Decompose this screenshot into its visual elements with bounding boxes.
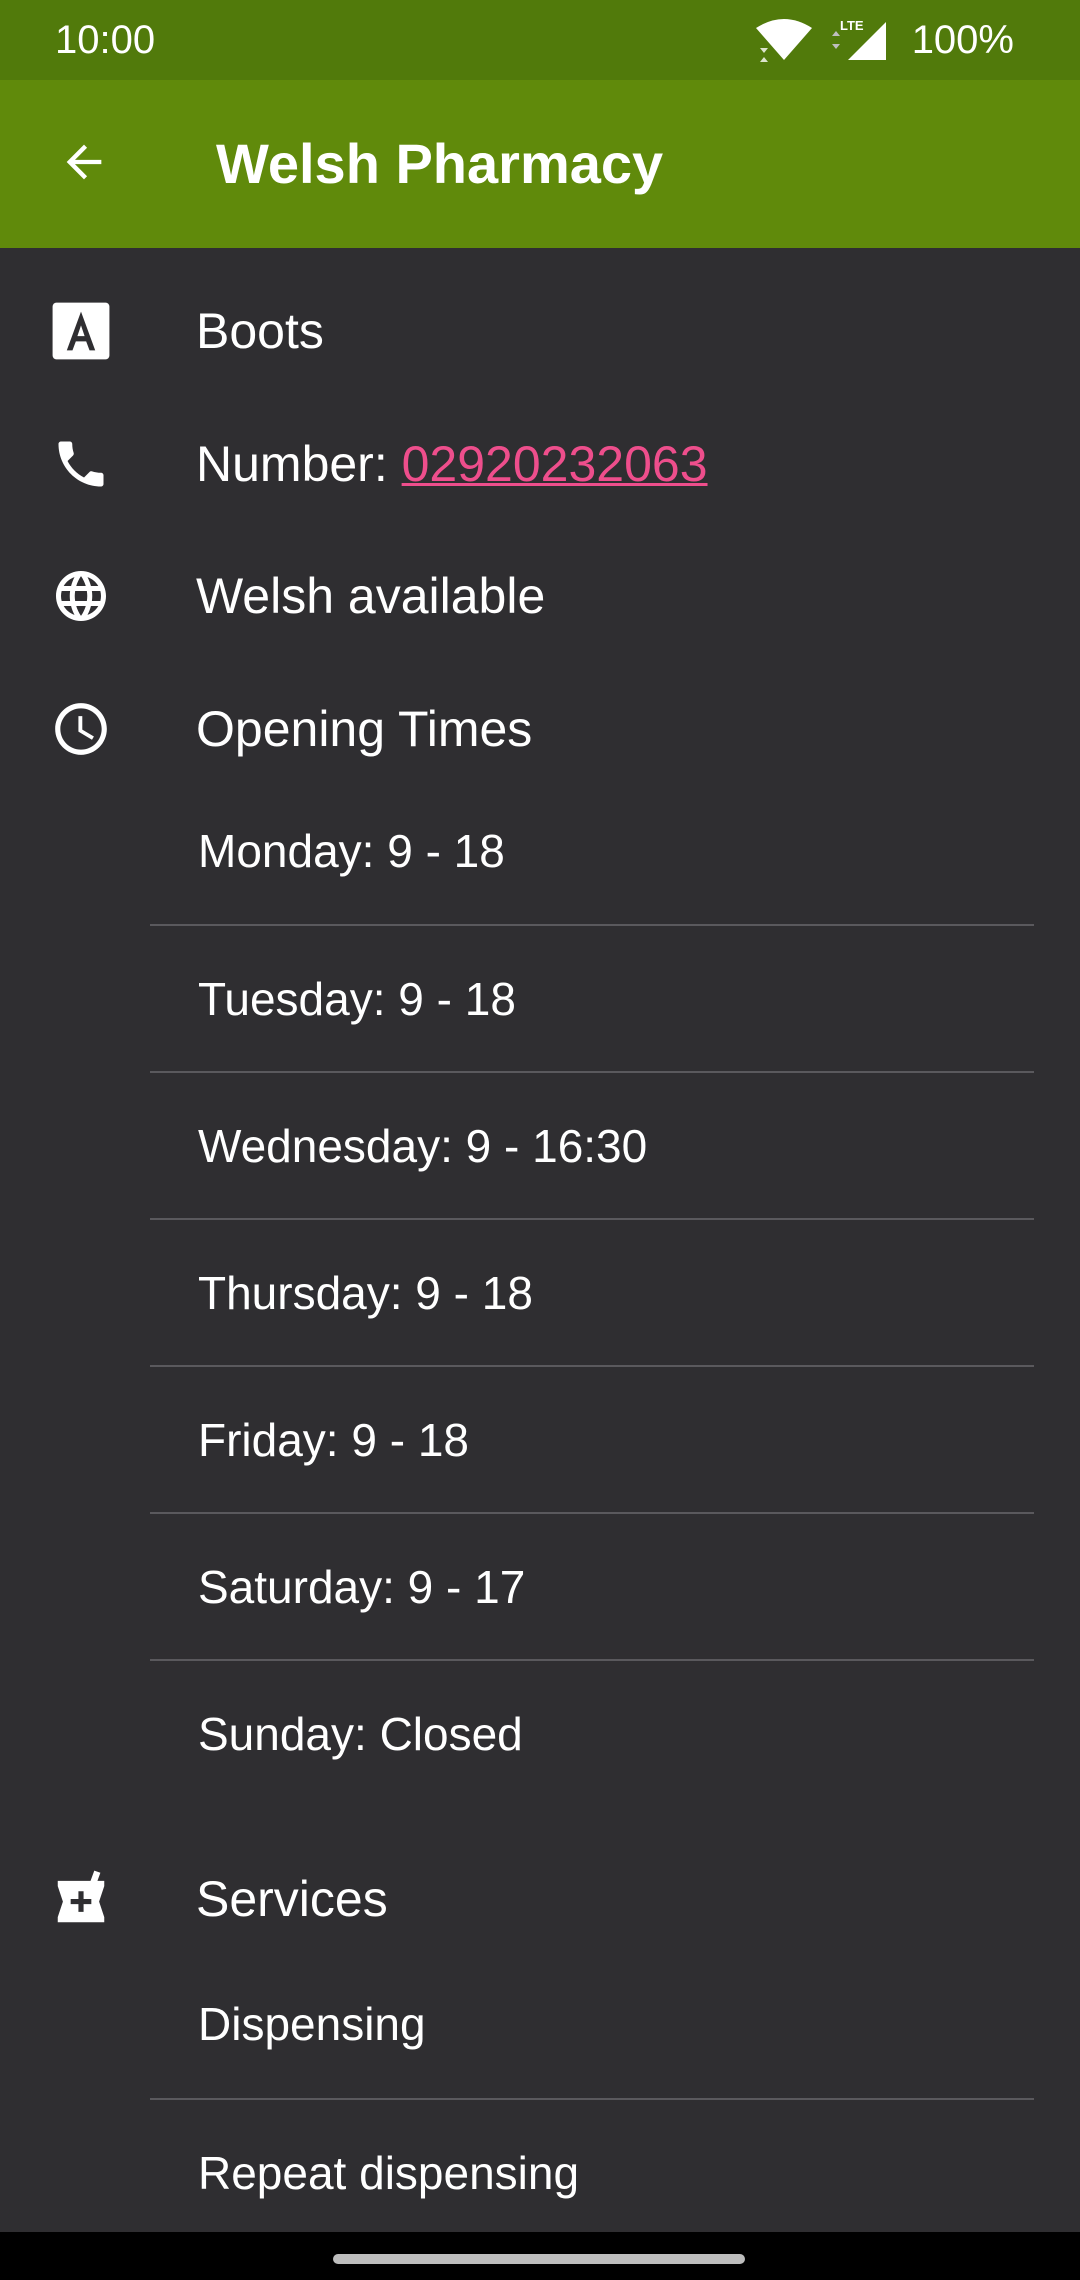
list-item: Thursday: 9 - 18	[150, 1220, 1034, 1367]
svg-text:LTE: LTE	[840, 18, 864, 33]
service-dispensing: Dispensing	[198, 1998, 426, 2050]
opening-time-friday: Friday: 9 - 18	[198, 1414, 469, 1466]
list-item: Friday: 9 - 18	[150, 1367, 1034, 1514]
opening-times-row: Opening Times	[0, 646, 1080, 766]
list-item: Saturday: 9 - 17	[150, 1514, 1034, 1661]
phone-row: Number: 02920232063	[0, 380, 1080, 500]
arrow-back-icon	[58, 136, 110, 193]
home-gesture-handle[interactable]	[333, 2254, 745, 2264]
list-item: Repeat dispensing	[150, 2100, 1034, 2247]
service-repeat-dispensing: Repeat dispensing	[198, 2147, 580, 2199]
pharmacy-icon	[48, 1866, 114, 1932]
font-letter-a-icon	[48, 298, 114, 364]
opening-time-sunday: Sunday: Closed	[198, 1708, 523, 1760]
opening-time-wednesday: Wednesday: 9 - 16:30	[198, 1120, 648, 1172]
language-row: Welsh available	[0, 513, 1080, 633]
globe-icon	[48, 563, 114, 629]
language-text: Welsh available	[196, 568, 546, 624]
battery-level: 100%	[911, 18, 1014, 62]
opening-time-saturday: Saturday: 9 - 17	[198, 1561, 526, 1613]
pharmacy-name: Boots	[196, 303, 324, 359]
list-item: Monday: 9 - 18	[150, 778, 1034, 925]
wifi-icon	[754, 18, 814, 62]
list-item: Tuesday: 9 - 18	[150, 926, 1034, 1073]
phone-number-text: Number: 02920232063	[196, 431, 708, 497]
phone-icon	[48, 431, 114, 497]
navigation-bar	[0, 2232, 1080, 2280]
services-heading: Services	[196, 1871, 388, 1927]
opening-time-monday: Monday: 9 - 18	[198, 825, 505, 877]
status-icons: LTE 100%	[754, 14, 1014, 66]
opening-time-thursday: Thursday: 9 - 18	[198, 1267, 533, 1319]
app-bar: Welsh Pharmacy	[0, 80, 1080, 248]
pharmacy-name-row: Boots	[0, 248, 1080, 368]
status-time: 10:00	[55, 18, 156, 62]
clock-icon	[48, 696, 114, 762]
phone-number-label: Number:	[196, 436, 402, 492]
status-bar: 10:00 LTE 100%	[0, 0, 1080, 80]
list-item: Wednesday: 9 - 16:30	[150, 1073, 1034, 1220]
list-item: Dispensing	[150, 1951, 1034, 2098]
page-title: Welsh Pharmacy	[216, 132, 664, 195]
opening-time-tuesday: Tuesday: 9 - 18	[198, 973, 516, 1025]
opening-times-heading: Opening Times	[196, 701, 533, 757]
phone-number-link[interactable]: 02920232063	[402, 436, 708, 492]
lte-signal-icon: LTE	[828, 18, 888, 62]
list-item: Sunday: Closed	[150, 1661, 1034, 1808]
back-button[interactable]	[36, 120, 132, 208]
